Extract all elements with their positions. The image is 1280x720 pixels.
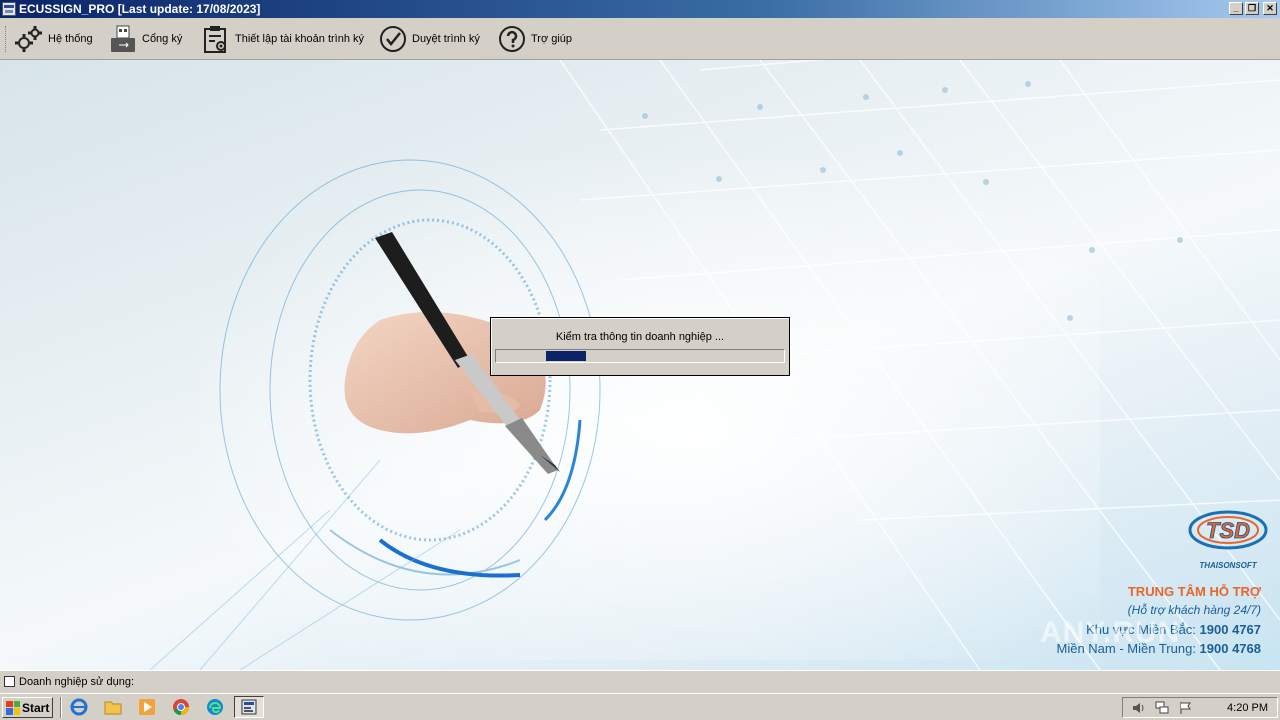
help-button[interactable]: Trợ giúp — [497, 22, 572, 56]
close-button[interactable]: ✕ — [1263, 2, 1277, 15]
signing-account-setup-label: Thiết lập tài khoản trình ký — [235, 33, 365, 45]
windows-logo-icon — [6, 700, 20, 715]
media-player-icon[interactable] — [138, 698, 156, 716]
progress-bar-fill — [546, 351, 586, 361]
start-label: Start — [22, 700, 50, 715]
system-menu-button[interactable]: Hệ thống — [14, 22, 93, 56]
restore-button[interactable]: ❐ — [1245, 2, 1259, 15]
usb-token-icon — [111, 25, 135, 52]
system-menu-label: Hệ thống — [48, 33, 93, 45]
network-icon[interactable] — [1155, 701, 1169, 715]
support-south-phone: 1900 4768 — [1199, 641, 1261, 656]
flag-icon[interactable] — [1179, 701, 1193, 715]
status-bar: Doanh nghiệp sử dụng: — [0, 670, 1280, 693]
question-circle-icon — [499, 26, 525, 52]
main-workspace: Kiểm tra thông tin doanh nghiệp ... TSD … — [0, 60, 1280, 670]
approve-signing-button[interactable]: Duyệt trình ký — [378, 22, 480, 56]
system-tray: 4:20 PM — [1122, 697, 1278, 718]
approve-signing-label: Duyệt trình ký — [412, 33, 480, 45]
ecussign-taskbar-button[interactable] — [234, 696, 264, 718]
clipboard-settings-icon — [204, 26, 226, 53]
support-title: TRUNG TÂM HỖ TRỢ — [1127, 584, 1261, 599]
speaker-icon[interactable] — [1131, 701, 1145, 715]
company-in-use-label: Doanh nghiệp sử dụng: — [19, 676, 135, 688]
title-bar: ECUSSIGN_PRO [Last update: 17/08/2023] _… — [0, 0, 1280, 18]
folder-icon[interactable] — [104, 698, 122, 716]
toolbar: Hệ thống Cổng ký Thiết lập tài khoản trì… — [0, 18, 1280, 60]
ie-icon[interactable] — [70, 698, 88, 716]
minimize-button[interactable]: _ — [1229, 2, 1243, 15]
help-label: Trợ giúp — [531, 33, 573, 45]
window-title: ECUSSIGN_PRO [Last update: 17/08/2023] — [19, 2, 261, 16]
company-icon — [4, 676, 15, 687]
check-circle-icon — [380, 26, 406, 52]
taskbar-clock[interactable]: 4:20 PM — [1227, 702, 1268, 714]
progress-bar — [495, 349, 785, 363]
progress-message: Kiểm tra thông tin doanh nghiệp ... — [555, 331, 725, 343]
ecussign-task-icon — [241, 699, 257, 715]
logo-text: TSD — [1206, 518, 1250, 543]
chrome-icon[interactable] — [172, 698, 190, 716]
signing-account-setup-button[interactable]: Thiết lập tài khoản trình ký — [201, 22, 364, 56]
edge-icon[interactable] — [206, 698, 224, 716]
logo-subtext: THAISONSOFT — [1199, 561, 1257, 570]
progress-dialog: Kiểm tra thông tin doanh nghiệp ... — [490, 317, 790, 376]
app-icon[interactable] — [2, 2, 16, 16]
signing-port-button[interactable]: Cổng ký — [108, 22, 182, 56]
thaisonsoft-logo: TSD THAISONSOFT — [1186, 502, 1270, 572]
gears-icon — [15, 26, 42, 52]
toolbar-grip[interactable] — [5, 26, 9, 52]
support-north-phone: 1900 4767 — [1199, 622, 1261, 637]
taskbar: Start 4:20 PM — [0, 693, 1280, 720]
taskbar-separator — [60, 697, 62, 718]
anyrun-watermark: ANY.RUN — [1040, 616, 1181, 649]
start-button[interactable]: Start — [2, 697, 53, 718]
signing-port-label: Cổng ký — [142, 33, 183, 45]
